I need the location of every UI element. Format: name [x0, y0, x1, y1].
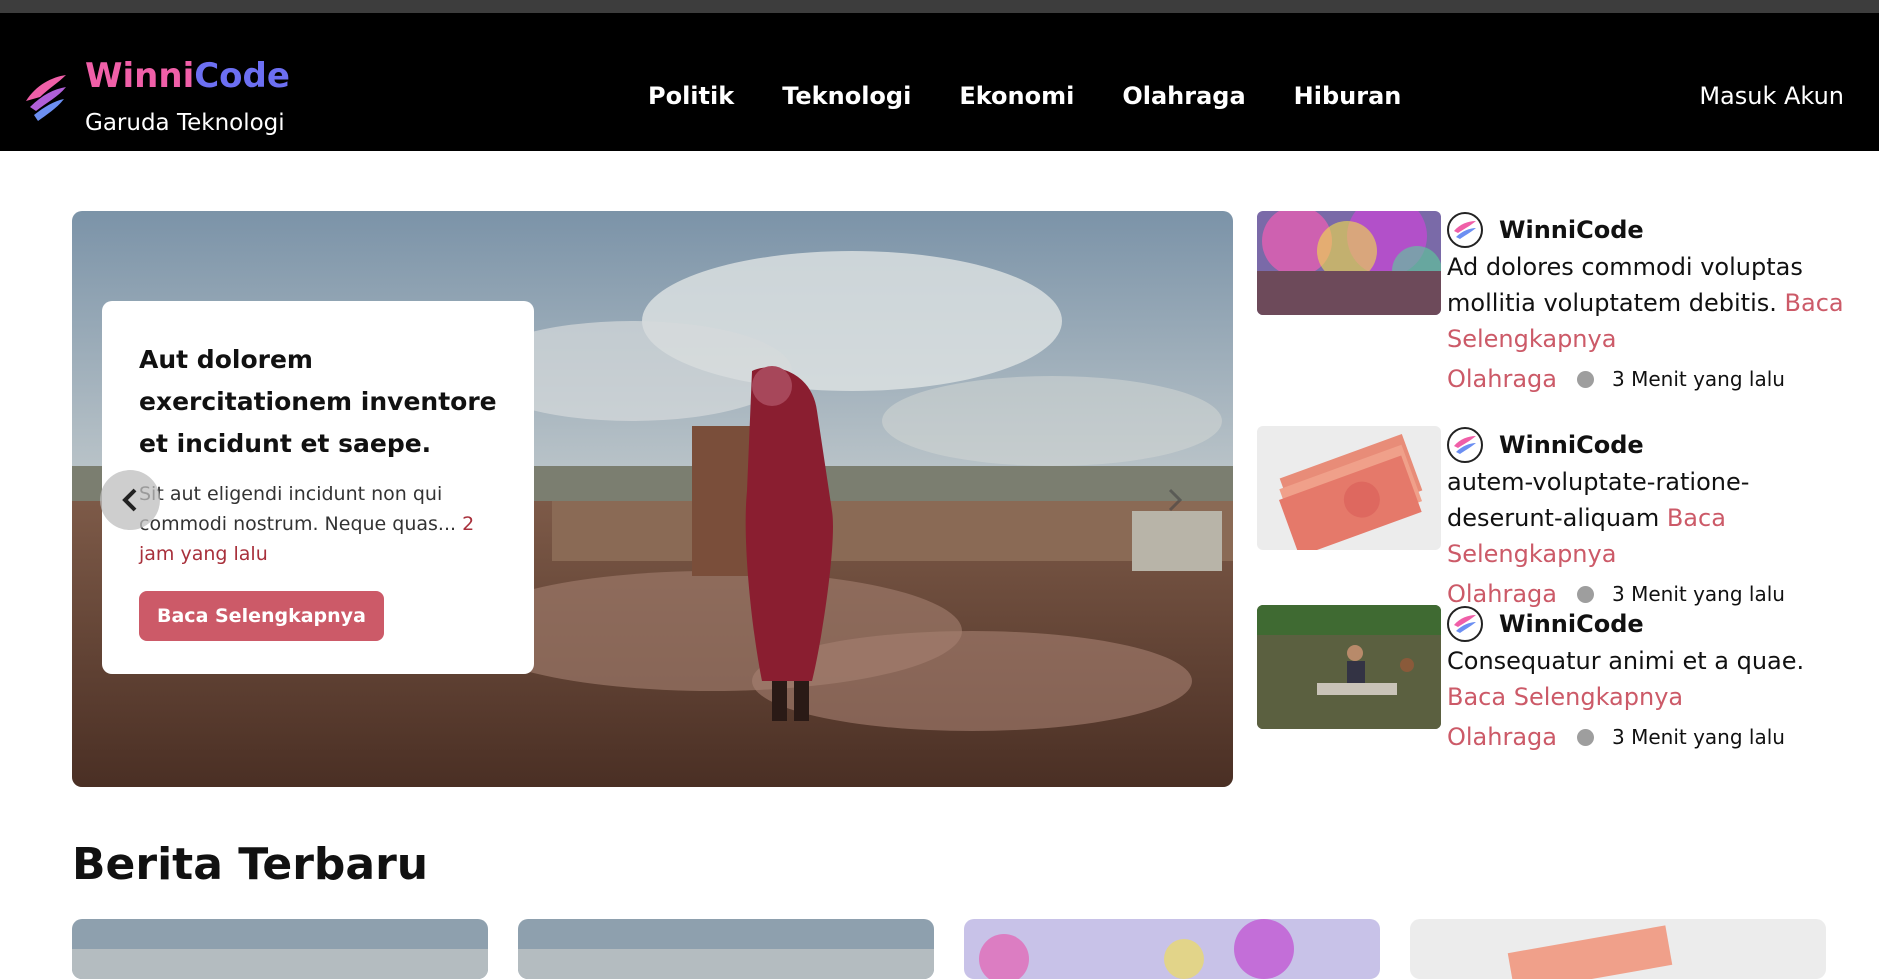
side-news-thumbnail[interactable] [1257, 605, 1441, 729]
author-name: WinniCode [1499, 610, 1644, 638]
news-card[interactable] [72, 919, 488, 979]
logo-icon [1454, 436, 1476, 454]
carousel-prev-button[interactable] [100, 470, 160, 530]
news-card-image [72, 919, 488, 979]
avatar [1447, 212, 1483, 248]
side-news-meta: Olahraga 3 Menit yang lalu [1447, 719, 1847, 755]
nav-hiburan[interactable]: Hiburan [1294, 76, 1402, 116]
avatar [1447, 606, 1483, 642]
hero-carousel: Aut dolorem exercitationem inventore et … [72, 211, 1233, 787]
side-news-headline: Ad dolores commodi voluptas mollitia vol… [1447, 253, 1803, 317]
dot-separator [1577, 728, 1594, 746]
login-link[interactable]: Masuk Akun [1699, 76, 1844, 116]
category-link[interactable]: Olahraga [1447, 723, 1557, 751]
browser-top-strip [0, 0, 1879, 13]
side-news-body: WinniCode Consequatur animi et a quae. B… [1447, 605, 1847, 755]
main-nav: Politik Teknologi Ekonomi Olahraga Hibur… [648, 76, 1401, 116]
hero-excerpt-text: Sit aut eligendi incidunt non qui commod… [139, 483, 457, 535]
carousel-next-button[interactable] [1145, 470, 1205, 530]
news-card[interactable] [1410, 919, 1826, 979]
dot-separator [1577, 585, 1594, 603]
news-card-image [964, 919, 1380, 979]
section-title: Berita Terbaru [72, 839, 429, 890]
navbar: WinniCode Garuda Teknologi Politik Tekno… [0, 13, 1879, 151]
side-news-thumbnail[interactable] [1257, 211, 1441, 315]
side-news-author: WinniCode [1447, 426, 1847, 464]
brand-name[interactable]: WinniCode [85, 55, 290, 97]
news-card[interactable] [518, 919, 934, 979]
read-more-button[interactable]: Baca Selengkapnya [139, 591, 384, 641]
news-card-image [1410, 919, 1826, 979]
side-news-text: Ad dolores commodi voluptas mollitia vol… [1447, 249, 1847, 357]
brand-name-part1: Winni [85, 56, 195, 96]
author-name: WinniCode [1499, 431, 1644, 459]
category-link[interactable]: Olahraga [1447, 580, 1557, 608]
side-news-author: WinniCode [1447, 211, 1847, 249]
nav-olahraga[interactable]: Olahraga [1122, 76, 1245, 116]
brand-tagline: Garuda Teknologi [85, 110, 285, 136]
time-ago: 3 Menit yang lalu [1612, 367, 1785, 391]
news-card-image [518, 919, 934, 979]
read-more-link[interactable]: Baca Selengkapnya [1447, 683, 1683, 711]
dot-separator [1577, 370, 1594, 388]
side-news-body: WinniCode Ad dolores commodi voluptas mo… [1447, 211, 1847, 397]
time-ago: 3 Menit yang lalu [1612, 582, 1785, 606]
hero-title[interactable]: Aut dolorem exercitationem inventore et … [139, 339, 498, 465]
avatar [1447, 427, 1483, 463]
logo-icon [1454, 615, 1476, 633]
nav-teknologi[interactable]: Teknologi [782, 76, 911, 116]
hero-excerpt: Sit aut eligendi incidunt non qui commod… [139, 479, 498, 569]
side-news-author: WinniCode [1447, 605, 1847, 643]
side-news-text: Consequatur animi et a quae. Baca Seleng… [1447, 643, 1847, 715]
hero-card: Aut dolorem exercitationem inventore et … [102, 301, 534, 674]
time-ago: 3 Menit yang lalu [1612, 725, 1785, 749]
chevron-left-icon [122, 488, 137, 512]
nav-politik[interactable]: Politik [648, 76, 734, 116]
chevron-right-icon [1168, 488, 1183, 512]
side-news-headline: Consequatur animi et a quae. [1447, 647, 1805, 675]
news-card[interactable] [964, 919, 1380, 979]
nav-ekonomi[interactable]: Ekonomi [959, 76, 1074, 116]
side-news-meta: Olahraga 3 Menit yang lalu [1447, 361, 1847, 397]
brand-name-part2: Code [194, 56, 290, 96]
logo-icon [1454, 221, 1476, 239]
category-link[interactable]: Olahraga [1447, 365, 1557, 393]
side-news-thumbnail[interactable] [1257, 426, 1441, 550]
author-name: WinniCode [1499, 216, 1644, 244]
logo-icon[interactable] [22, 71, 68, 123]
side-news-text: autem-voluptate-ratione-deserunt-aliquam… [1447, 464, 1847, 572]
side-news-body: WinniCode autem-voluptate-ratione-deseru… [1447, 426, 1847, 612]
